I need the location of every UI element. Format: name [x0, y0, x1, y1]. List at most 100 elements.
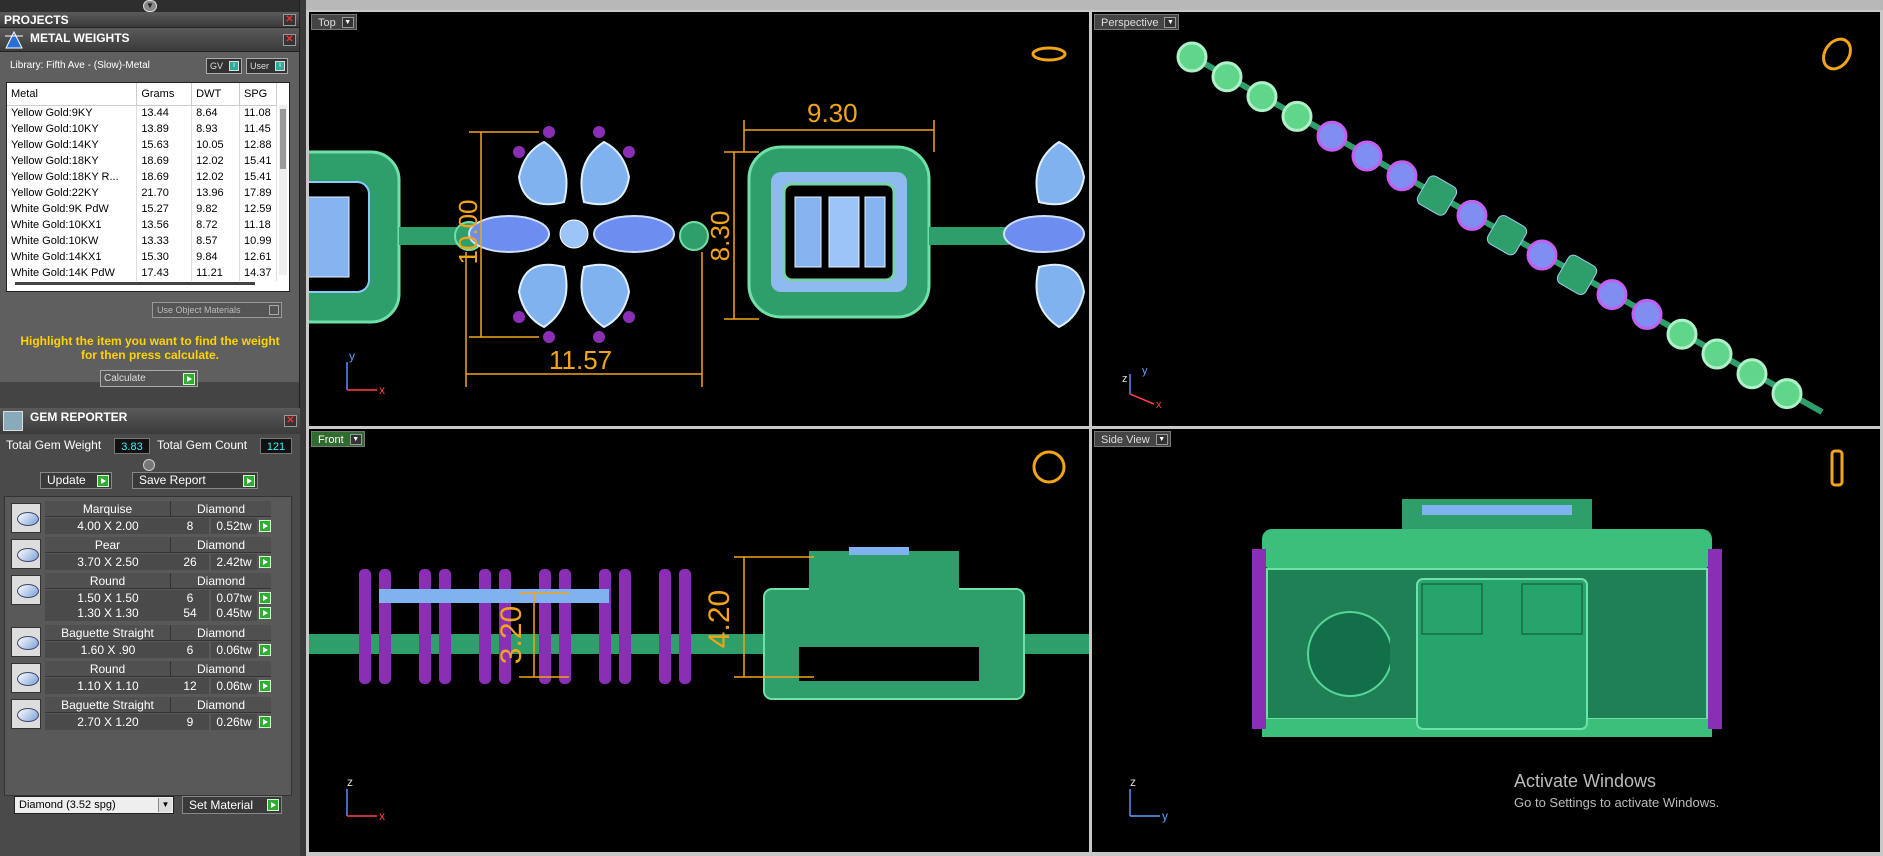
prong-post — [379, 569, 391, 684]
play-icon[interactable] — [259, 592, 271, 604]
table-cell: Yellow Gold:10KY — [7, 121, 138, 137]
scrollbar-thumb[interactable] — [280, 109, 286, 169]
material-select[interactable]: Diamond (3.52 spg) ▼ — [14, 796, 174, 814]
table-cell: 11.21 — [191, 265, 240, 281]
gem-shape: Round — [45, 661, 171, 677]
table-row[interactable]: Yellow Gold:9KY 13.44 8.64 11.08 — [7, 105, 278, 121]
gv-toggle[interactable]: GV i — [206, 58, 242, 74]
table-row[interactable]: White Gold:14K PdW 17.43 11.21 14.37 — [7, 265, 278, 281]
close-icon[interactable]: ✕ — [283, 14, 296, 26]
calculate-button[interactable]: Calculate — [100, 370, 198, 387]
collapse-arrow-icon[interactable]: ▼ — [143, 0, 157, 12]
activate-windows-subtitle: Go to Settings to activate Windows. — [1514, 795, 1720, 810]
ring-icon[interactable] — [1818, 34, 1856, 74]
vertical-scrollbar[interactable] — [279, 105, 287, 275]
table-cell: 15.30 — [136, 249, 193, 265]
play-icon[interactable] — [259, 556, 271, 568]
ring-icon[interactable] — [1032, 450, 1066, 484]
bracelet-link — [1486, 215, 1528, 256]
table-cell: White Gold:14KX1 — [7, 249, 138, 265]
gem-item[interactable]: Round Diamond 1.10 X 1.10 12 0.06tw — [7, 661, 271, 695]
gem-item[interactable]: Round Diamond 1.50 X 1.50 6 0.07tw 1.30 X 1.3… — [7, 573, 271, 623]
set-material-button[interactable]: Set Material — [182, 796, 282, 814]
viewport-label-top[interactable]: Top ▼ — [311, 14, 357, 30]
col-dwt[interactable]: DWT — [191, 83, 240, 106]
viewport-label-side[interactable]: Side View ▼ — [1094, 431, 1171, 447]
dimension-front-a: 3.20 — [495, 606, 528, 664]
table-row[interactable]: Yellow Gold:14KY 15.63 10.05 12.88 — [7, 137, 278, 153]
gem-size: 4.00 X 2.00 — [45, 518, 171, 534]
gem-item[interactable]: Marquise Diamond 4.00 X 2.00 8 0.52tw — [7, 501, 271, 535]
checkbox[interactable] — [269, 305, 279, 315]
viewport-label-front[interactable]: Front ▼ — [311, 431, 365, 447]
bracelet-link — [1736, 358, 1768, 390]
table-row[interactable]: White Gold:14KX1 15.30 9.84 12.61 — [7, 249, 278, 265]
table-row[interactable]: White Gold:10KW 13.33 8.57 10.99 — [7, 233, 278, 249]
viewport-front-title: Front — [318, 434, 344, 446]
chevron-down-icon[interactable]: ▼ — [341, 17, 354, 28]
close-icon[interactable]: ✕ — [283, 34, 296, 46]
bracelet-link — [1281, 100, 1313, 132]
gem-reporter-title: GEM REPORTER — [30, 410, 128, 424]
metal-table: Metal Grams DWT SPG Yellow Gold:9KY 13.44… — [6, 82, 290, 292]
table-row[interactable]: Yellow Gold:18KY 18.69 12.02 15.41 — [7, 153, 278, 169]
gem-total-weight: 0.52tw — [211, 518, 257, 534]
chevron-down-icon[interactable]: ▼ — [1164, 17, 1177, 28]
info-icon: i — [229, 61, 239, 71]
table-cell: Yellow Gold:22KY — [7, 185, 138, 201]
table-row[interactable]: White Gold:10KX1 13.56 8.72 11.18 — [7, 217, 278, 233]
viewport-label-perspective[interactable]: Perspective ▼ — [1094, 14, 1180, 30]
save-report-button[interactable]: Save Report — [132, 472, 258, 489]
axis-z-label: z — [1122, 373, 1128, 385]
table-cell: 9.84 — [191, 249, 240, 265]
gem-total-weight: 0.06tw — [211, 678, 257, 694]
ring-icon[interactable] — [1031, 46, 1067, 62]
viewport-perspective[interactable]: z y x Perspective ▼ — [1092, 12, 1880, 426]
dimension-top-c: 8.30 — [705, 211, 735, 262]
use-object-materials-button[interactable]: Use Object Materials — [152, 302, 282, 318]
table-cell: 14.37 — [239, 265, 278, 281]
chevron-down-icon[interactable]: ▼ — [349, 434, 362, 445]
table-cell: 13.96 — [191, 185, 240, 201]
play-icon[interactable] — [259, 607, 271, 619]
viewport-side[interactable]: z y Activate Windows Go to Settings to a… — [1092, 429, 1880, 852]
col-metal[interactable]: Metal — [7, 83, 138, 106]
table-row[interactable]: Yellow Gold:10KY 13.89 8.93 11.45 — [7, 121, 278, 137]
table-cell: 21.70 — [136, 185, 193, 201]
table-cell: 15.27 — [136, 201, 193, 217]
update-button[interactable]: Update — [40, 472, 112, 489]
axis-y-label: y — [1162, 809, 1168, 823]
chevron-down-icon[interactable]: ▼ — [1155, 434, 1168, 445]
play-icon[interactable] — [259, 680, 271, 692]
play-icon[interactable] — [259, 644, 271, 656]
bracelet-link — [1351, 140, 1383, 172]
gem-item[interactable]: Pear Diamond 3.70 X 2.50 26 2.42tw — [7, 537, 271, 571]
bracelet-link — [1316, 120, 1348, 152]
play-icon[interactable] — [259, 716, 271, 728]
gem-total-weight: 0.07tw — [211, 590, 257, 606]
gem-item[interactable]: Baguette Straight Diamond 2.70 X 1.20 9 0.26… — [7, 697, 271, 731]
table-row[interactable]: Yellow Gold:18KY R... 18.69 12.02 15.41 — [7, 169, 278, 185]
table-row[interactable]: White Gold:9K PdW 15.27 9.82 12.59 — [7, 201, 278, 217]
viewport-area: 9.30 10.00 8.30 11.57 y x Top ▼ z y x Pe… — [306, 10, 1883, 856]
panel-collapse-bar[interactable]: ▼ — [0, 0, 299, 12]
table-cell: 17.89 — [239, 185, 278, 201]
user-toggle[interactable]: User i — [246, 58, 288, 74]
gem-reporter-header: GEM REPORTER ✕ — [0, 408, 300, 434]
splitter-handle[interactable] — [143, 459, 155, 471]
gem-type: Diamond — [171, 501, 271, 517]
viewport-front[interactable]: 3.20 4.20 z x Front ▼ — [309, 429, 1089, 852]
pendant-icon[interactable] — [1830, 449, 1844, 487]
chevron-down-icon[interactable]: ▼ — [158, 798, 172, 812]
play-icon[interactable] — [259, 520, 271, 532]
prong-post — [659, 569, 671, 684]
table-cell: 12.88 — [239, 137, 278, 153]
col-grams[interactable]: Grams — [136, 83, 193, 106]
viewport-top[interactable]: 9.30 10.00 8.30 11.57 y x Top ▼ — [309, 12, 1089, 426]
horizontal-scrollbar[interactable] — [15, 282, 255, 285]
gem-item[interactable]: Baguette Straight Diamond 1.60 X .90 6 0.06t… — [7, 625, 271, 659]
col-spg[interactable]: SPG — [239, 83, 278, 106]
projects-header[interactable]: PROJECTS ✕ — [0, 12, 299, 28]
table-row[interactable]: Yellow Gold:22KY 21.70 13.96 17.89 — [7, 185, 278, 201]
close-icon[interactable]: ✕ — [284, 415, 297, 427]
